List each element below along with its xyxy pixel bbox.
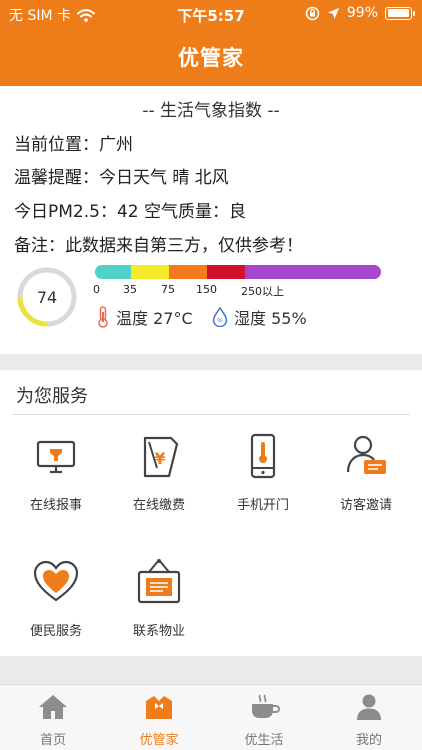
weather-reminder: 温馨提醒：今日天气 晴 北风 [14, 168, 229, 188]
service-label: 访客邀请 [339, 498, 392, 513]
aqi-scale-segment [131, 265, 169, 279]
service-online-payment[interactable]: ¥ 在线缴费 [107, 432, 211, 513]
home-icon [39, 695, 67, 719]
aqi-scale-ticks: 0 35 75 150 250以上 [91, 283, 391, 298]
aqi-scale-segment [169, 265, 207, 279]
location-arrow-icon [327, 7, 339, 19]
service-label: 在线缴费 [132, 498, 185, 513]
app-header: 无 SIM 卡 下午5:57 99% 优管家 [0, 0, 422, 86]
tab-life[interactable]: 优生活 [219, 693, 309, 748]
svg-text:¥: ¥ [154, 449, 165, 468]
service-contact-property[interactable]: 联系物业 [107, 558, 211, 639]
person-icon [357, 694, 381, 720]
service-online-report[interactable]: 在线报事 [4, 432, 108, 513]
aqi-tick-label: 250以上 [241, 285, 284, 298]
thermometer-icon [98, 306, 108, 328]
tab-home[interactable]: 首页 [8, 693, 98, 748]
weather-title: -- 生活气象指数 -- [142, 101, 280, 121]
battery-percent: 99% [346, 5, 378, 21]
tab-butler[interactable]: 优管家 [114, 693, 204, 748]
humidity-text: 湿度 55% [234, 309, 307, 328]
aqi-tick-label: 35 [123, 283, 137, 296]
temperature-text: 温度 27°C [116, 309, 193, 328]
humidity-drop-icon: % [212, 307, 228, 327]
weather-card: -- 生活气象指数 -- 当前位置：广州 温馨提醒：今日天气 晴 北风 今日PM… [0, 86, 422, 354]
aqi-color-scale [95, 265, 381, 279]
service-label: 联系物业 [132, 624, 185, 639]
tab-label: 首页 [39, 733, 66, 748]
coffee-cup-icon [252, 694, 280, 718]
aqi-gauge: 74 [17, 267, 77, 327]
phone-key-icon [250, 433, 276, 479]
service-label: 在线报事 [29, 498, 82, 513]
aqi-tick-label: 0 [93, 283, 100, 296]
tab-bar: 首页 优管家 优生活 我的 [0, 684, 422, 750]
service-label: 手机开门 [236, 498, 289, 513]
status-bar: 无 SIM 卡 下午5:57 99% [0, 0, 422, 28]
battery-icon [385, 6, 415, 20]
tab-label: 我的 [355, 733, 382, 748]
monitor-wrench-icon [36, 440, 76, 474]
service-visitor-invite[interactable]: 访客邀请 [314, 432, 418, 513]
battery-level [387, 9, 410, 17]
signboard-icon [137, 559, 181, 604]
tab-mine[interactable]: 我的 [324, 693, 414, 748]
heart-icon [33, 560, 79, 602]
aqi-scale-segment [95, 265, 131, 279]
data-note: 备注：此数据来自第三方，仅供参考！ [14, 236, 303, 256]
visitor-card-icon [346, 435, 386, 474]
pm25-text: 今日PM2.5：42 空气质量：良 [14, 202, 246, 222]
tab-label: 优管家 [139, 733, 179, 748]
divider [12, 414, 410, 415]
rotation-lock-icon [305, 6, 320, 20]
aqi-scale-segment [245, 265, 381, 279]
aqi-tick-label: 150 [196, 283, 217, 296]
service-label: 便民服务 [29, 624, 82, 639]
tab-label: 优生活 [244, 733, 284, 748]
page-title: 优管家 [178, 46, 244, 70]
aqi-scale-segment [207, 265, 245, 279]
butler-icon [146, 696, 172, 719]
service-convenience[interactable]: 便民服务 [4, 558, 108, 639]
payment-receipt-icon: ¥ [143, 436, 179, 478]
service-phone-door[interactable]: 手机开门 [211, 432, 315, 513]
services-title: 为您服务 [16, 386, 88, 407]
aqi-value: 74 [37, 288, 57, 307]
aqi-tick-label: 75 [161, 283, 175, 296]
location-text: 当前位置：广州 [14, 135, 133, 155]
svg-text:%: % [217, 318, 223, 325]
services-section: 为您服务 在线报事 ¥ 在线缴费 手机开门 访客邀请 便民服务 联系物业 [0, 370, 422, 656]
